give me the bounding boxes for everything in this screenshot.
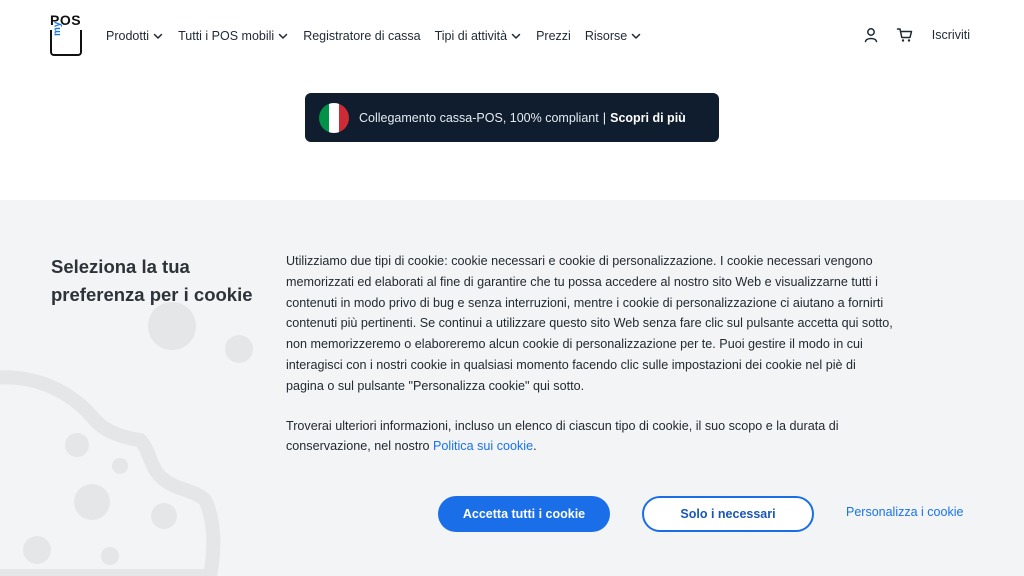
nav-item-prezzi[interactable]: Prezzi — [536, 29, 571, 43]
cookie-policy-link[interactable]: Politica sui cookie — [433, 439, 533, 453]
cookie-more-info-text: Troverai ulteriori informazioni, incluso… — [286, 418, 839, 454]
nav-item-label: Prodotti — [106, 29, 150, 43]
accept-all-cookies-button[interactable]: Accetta tutti i cookie — [438, 496, 610, 532]
nav-item-registratore-di-cassa[interactable]: Registratore di cassa — [303, 29, 420, 43]
italy-flag-icon — [319, 102, 349, 133]
nav-item-pos-mobili[interactable]: Tutti i POS mobili — [178, 29, 289, 43]
flag-stripe-red — [339, 102, 349, 133]
site-header: POS my Prodotti Tutti i POS mobili Regis… — [0, 0, 1024, 72]
nav-item-risorse[interactable]: Risorse — [585, 29, 642, 43]
chevron-down-icon — [630, 30, 642, 42]
main-nav: Prodotti Tutti i POS mobili Registratore… — [106, 26, 656, 46]
cookie-paragraph: Utilizziamo due tipi di cookie: cookie n… — [286, 254, 893, 393]
chevron-down-icon — [152, 30, 164, 42]
cart-icon[interactable] — [896, 26, 914, 44]
cookie-title: Seleziona la tua preferenza per i cookie — [51, 256, 253, 305]
chevron-down-icon — [510, 30, 522, 42]
promo-banner[interactable]: Collegamento cassa-POS, 100% compliant |… — [305, 93, 719, 142]
customize-cookies-link[interactable]: Personalizza i cookie — [846, 505, 963, 519]
cookie-description: Utilizziamo due tipi di cookie: cookie n… — [286, 251, 896, 457]
header-actions: Iscriviti — [846, 26, 970, 44]
signup-link[interactable]: Iscriviti — [932, 28, 970, 42]
necessary-only-button[interactable]: Solo i necessari — [642, 496, 814, 532]
cookie-paragraph-more-info: Troverai ulteriori informazioni, incluso… — [286, 416, 896, 458]
cookie-consent-panel: Seleziona la tua preferenza per i cookie… — [0, 200, 1024, 576]
flag-stripe-white — [329, 102, 339, 133]
banner-separator: | — [602, 110, 607, 125]
mypos-logo[interactable]: POS my — [50, 12, 84, 58]
nav-item-label: Prezzi — [536, 29, 571, 43]
logo-sub-text: my — [52, 21, 63, 36]
banner-text: Collegamento cassa-POS, 100% compliant — [359, 110, 599, 125]
nav-item-label: Tipi di attività — [434, 29, 508, 43]
cookie-more-info-end: . — [533, 439, 537, 454]
nav-item-prodotti[interactable]: Prodotti — [106, 29, 164, 43]
nav-item-label: Registratore di cassa — [303, 29, 421, 43]
nav-item-tipi-di-attivita[interactable]: Tipi di attività — [435, 29, 522, 43]
nav-item-label: Risorse — [584, 29, 628, 43]
chevron-down-icon — [277, 30, 289, 42]
flag-stripe-green — [319, 102, 329, 133]
nav-item-label: Tutti i POS mobili — [178, 29, 275, 43]
user-icon[interactable] — [862, 26, 880, 44]
banner-learn-more-link[interactable]: Scopri di più — [610, 111, 686, 125]
